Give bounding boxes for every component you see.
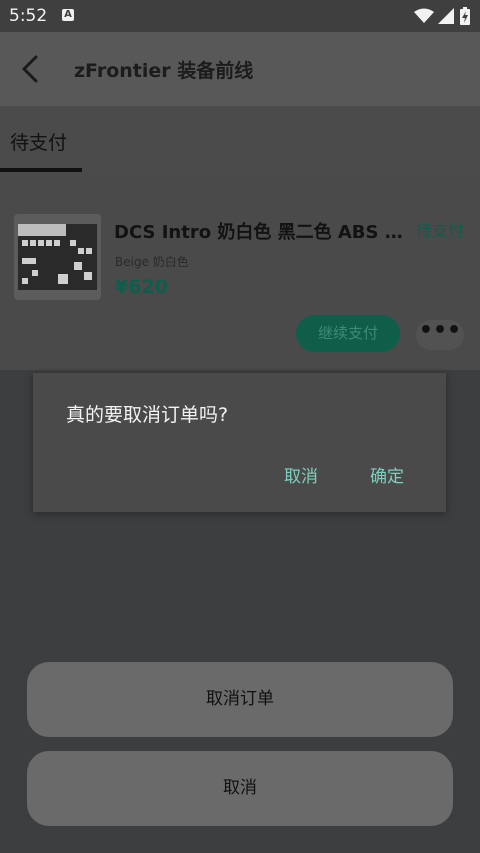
dialog-message: 真的要取消订单吗? [66,404,229,426]
product-variant: Beige 奶白色 [115,255,189,269]
signal-icon [438,8,454,24]
confirm-dialog: 真的要取消订单吗? 取消 确定 [33,373,446,512]
a-letter-icon: A [62,9,74,21]
status-time: 5:52 [9,6,48,26]
product-price: ¥620 [115,276,168,298]
dialog-cancel-button[interactable]: 取消 [284,462,318,487]
back-arrow-icon [22,55,38,83]
continue-pay-button[interactable]: 继续支付 [296,315,400,352]
wifi-icon [414,8,434,23]
sheet-cancel-button[interactable]: 取消 [27,751,453,826]
tab-bar: 待支付 [0,106,480,174]
dialog-confirm-button[interactable]: 确定 [370,462,404,487]
more-options-button[interactable]: ••• [416,320,464,350]
back-button[interactable] [16,52,48,86]
tab-indicator [0,168,82,172]
tab-pending-payment[interactable]: 待支付 [10,128,67,155]
page-title: zFrontier 装备前线 [74,60,254,82]
product-image[interactable] [14,214,101,300]
order-status-badge: 待支付 [416,221,465,240]
cancel-order-button[interactable]: 取消订单 [27,662,453,737]
more-dots-icon: ••• [418,318,462,343]
battery-charging-icon [460,7,470,25]
app-bar: zFrontier 装备前线 [0,32,480,106]
product-title[interactable]: DCS Intro 奶白色 黑二色 ABS 二… [114,218,414,244]
status-bar: 5:52 A [0,0,480,32]
order-card[interactable]: DCS Intro 奶白色 黑二色 ABS 二… 待支付 Beige 奶白色 ¥… [0,174,480,370]
